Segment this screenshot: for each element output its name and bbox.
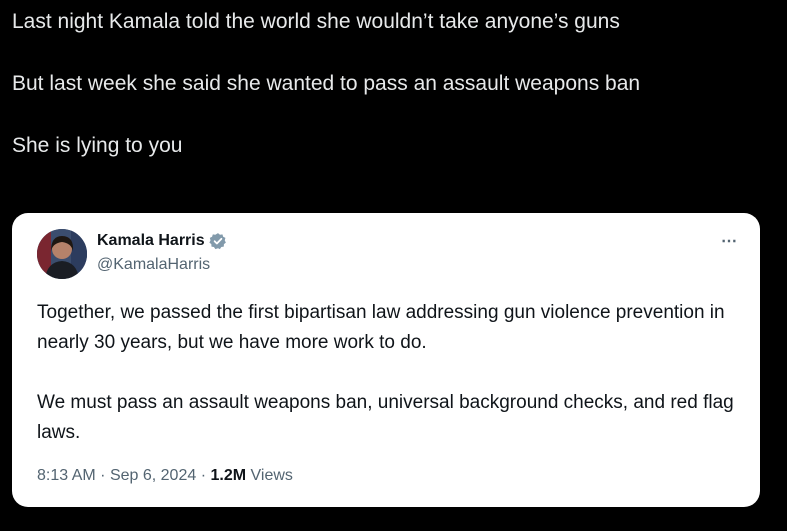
more-options-icon[interactable]: ⋯ [721, 231, 738, 251]
author-handle[interactable]: @KamalaHarris [97, 256, 210, 274]
tweet-date[interactable]: Sep 6, 2024 [110, 467, 196, 484]
tweet-paragraph-2: We must pass an assault weapons ban, uni… [37, 392, 734, 443]
tweet-time[interactable]: 8:13 AM [37, 467, 96, 484]
meta-separator-2: · [200, 467, 207, 484]
avatar[interactable] [37, 229, 87, 279]
post-text: Last night Kamala told the world she wou… [12, 6, 772, 161]
views-label: Views [250, 467, 293, 484]
verified-badge-icon [209, 232, 227, 250]
post-line-2: But last week she said she wanted to pas… [12, 72, 641, 95]
views-count: 1.2M [210, 467, 247, 484]
tweet-meta: 8:13 AM · Sep 6, 2024 · 1.2M Views [37, 467, 293, 485]
tweet-body: Together, we passed the first bipartisan… [37, 298, 737, 448]
tweet-paragraph-1: Together, we passed the first bipartisan… [37, 302, 725, 353]
post-line-1: Last night Kamala told the world she wou… [12, 10, 620, 33]
author-name-row: Kamala Harris [97, 232, 227, 250]
meta-separator-1: · [100, 467, 106, 484]
author-name[interactable]: Kamala Harris [97, 232, 205, 250]
post-line-3: She is lying to you [12, 134, 183, 157]
quoted-tweet-card[interactable]: Kamala Harris @KamalaHarris ⋯ Together, … [12, 213, 760, 507]
